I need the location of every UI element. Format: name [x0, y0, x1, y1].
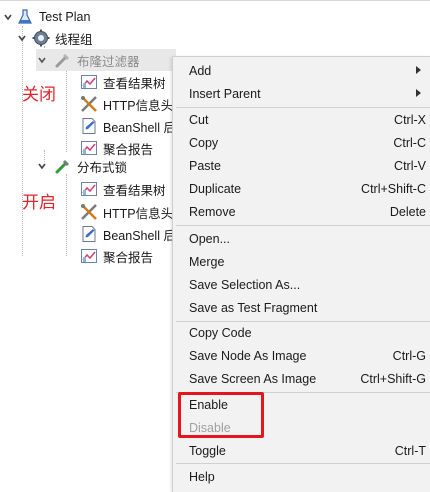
- menu-item-label: Open...: [189, 231, 230, 246]
- menu-item-label: Save Screen As Image: [189, 371, 317, 386]
- menu-item-label: Insert Parent: [189, 86, 261, 101]
- menu-item-toggle[interactable]: Toggle Ctrl-T: [173, 439, 430, 462]
- menu-item-label: Copy: [189, 135, 219, 150]
- tree-node-view-results-tree[interactable]: 查看结果树: [80, 71, 166, 93]
- menu-item-shortcut: Ctrl-T: [394, 443, 426, 458]
- tree-node-aggregate-report[interactable]: 聚合报告: [80, 245, 153, 267]
- chart-icon: [80, 73, 98, 91]
- submenu-arrow-icon: [416, 66, 421, 74]
- pipette-icon: [54, 51, 72, 69]
- tree-node-beanshell[interactable]: BeanShell 后: [80, 223, 176, 245]
- chevron-down-icon[interactable]: [36, 54, 48, 66]
- menu-item-save-node-as-image[interactable]: Save Node As Image Ctrl-G: [173, 344, 430, 367]
- menu-item-shortcut: Ctrl+Shift-G: [360, 371, 426, 386]
- script-icon: [80, 117, 98, 135]
- menu-item-label: Cut: [189, 112, 209, 127]
- tree-node-label: 线程组: [55, 32, 93, 47]
- tree-node-label: 分布式锁: [77, 160, 128, 175]
- menu-item-label: Help: [189, 469, 215, 484]
- menu-item-merge[interactable]: Merge: [173, 250, 430, 273]
- chevron-down-icon[interactable]: [2, 11, 14, 23]
- tree-node-http-header[interactable]: HTTP信息头: [80, 201, 173, 223]
- top-border: [0, 0, 430, 1]
- submenu-arrow-icon: [416, 89, 421, 97]
- highlight-box: [178, 392, 264, 438]
- menu-item-label: Save Node As Image: [189, 348, 307, 363]
- tree-node-label: BeanShell 后: [103, 120, 176, 135]
- beaker-icon: [16, 8, 34, 26]
- tree-node-label: Test Plan: [39, 10, 91, 24]
- tree-node-label: 布隆过滤器: [77, 54, 140, 69]
- wrench-scissors-icon: [80, 95, 98, 113]
- menu-item-label: Copy Code: [189, 325, 252, 340]
- menu-item-remove[interactable]: Remove Delete: [173, 200, 430, 223]
- tree-node-test-plan[interactable]: Test Plan: [2, 6, 90, 28]
- menu-item-label: Remove: [189, 204, 236, 219]
- menu-item-shortcut: Ctrl-C: [393, 135, 426, 150]
- menu-item-paste[interactable]: Paste Ctrl-V: [173, 154, 430, 177]
- tree-node-thread-group[interactable]: 线程组: [16, 27, 93, 49]
- menu-item-cut[interactable]: Cut Ctrl-X: [173, 108, 430, 131]
- tree-guide-line: [22, 26, 23, 256]
- tree-node-http-header[interactable]: HTTP信息头: [80, 93, 173, 115]
- tree-node-label: BeanShell 后: [103, 228, 176, 243]
- menu-item-shortcut: Ctrl-X: [394, 112, 426, 127]
- chart-icon: [80, 180, 98, 198]
- annotation-closed: 关闭: [22, 85, 56, 105]
- menu-separator: [176, 463, 430, 464]
- menu-item-copy[interactable]: Copy Ctrl-C: [173, 131, 430, 154]
- menu-item-save-as-test-fragment[interactable]: Save as Test Fragment: [173, 296, 430, 319]
- tree-node-beanshell[interactable]: BeanShell 后: [80, 115, 176, 137]
- tree-guide-line: [66, 70, 67, 152]
- script-icon: [80, 225, 98, 243]
- menu-item-label: Add: [189, 63, 212, 78]
- menu-item-save-screen-as-image[interactable]: Save Screen As Image Ctrl+Shift-G: [173, 367, 430, 390]
- tree-guide-line: [66, 174, 67, 256]
- menu-item-help[interactable]: Help: [173, 465, 430, 488]
- tree-node-label: HTTP信息头: [103, 206, 174, 221]
- chart-icon: [80, 247, 98, 265]
- annotation-opened: 开启: [22, 193, 56, 213]
- tree-node-view-results-tree[interactable]: 查看结果树: [80, 178, 166, 200]
- menu-item-label: Paste: [189, 158, 221, 173]
- menu-item-shortcut: Ctrl-V: [394, 158, 426, 173]
- tree-node-label: 查看结果树: [103, 76, 166, 91]
- menu-item-shortcut: Ctrl-G: [392, 348, 426, 363]
- menu-item-label: Save Selection As...: [189, 277, 301, 292]
- menu-item-save-selection-as[interactable]: Save Selection As...: [173, 273, 430, 296]
- menu-item-open[interactable]: Open...: [173, 227, 430, 250]
- gear-icon: [32, 29, 50, 47]
- menu-item-insert-parent[interactable]: Insert Parent: [173, 82, 430, 105]
- menu-item-copy-code[interactable]: Copy Code: [173, 321, 430, 344]
- chevron-down-icon[interactable]: [16, 32, 28, 44]
- menu-item-shortcut: Delete: [389, 204, 426, 219]
- menu-item-label: Toggle: [189, 443, 226, 458]
- menu-item-duplicate[interactable]: Duplicate Ctrl+Shift-C: [173, 177, 430, 200]
- tree-node-distributed-lock[interactable]: 分布式锁: [36, 155, 127, 177]
- tree-node-label: 聚合报告: [103, 250, 154, 265]
- tree-node-label: HTTP信息头: [103, 98, 174, 113]
- menu-item-label: Merge: [189, 254, 225, 269]
- menu-separator: [176, 225, 430, 226]
- tree-node-label: 查看结果树: [103, 183, 166, 198]
- pipette-icon: [54, 157, 72, 175]
- menu-item-add[interactable]: Add: [173, 59, 430, 82]
- menu-item-label: Duplicate: [189, 181, 242, 196]
- menu-item-label: Save as Test Fragment: [189, 300, 318, 315]
- tree-node-bloom-filter[interactable]: 布隆过滤器: [36, 49, 176, 71]
- menu-item-shortcut: Ctrl+Shift-C: [361, 181, 426, 196]
- chevron-down-icon[interactable]: [36, 160, 48, 172]
- wrench-scissors-icon: [80, 203, 98, 221]
